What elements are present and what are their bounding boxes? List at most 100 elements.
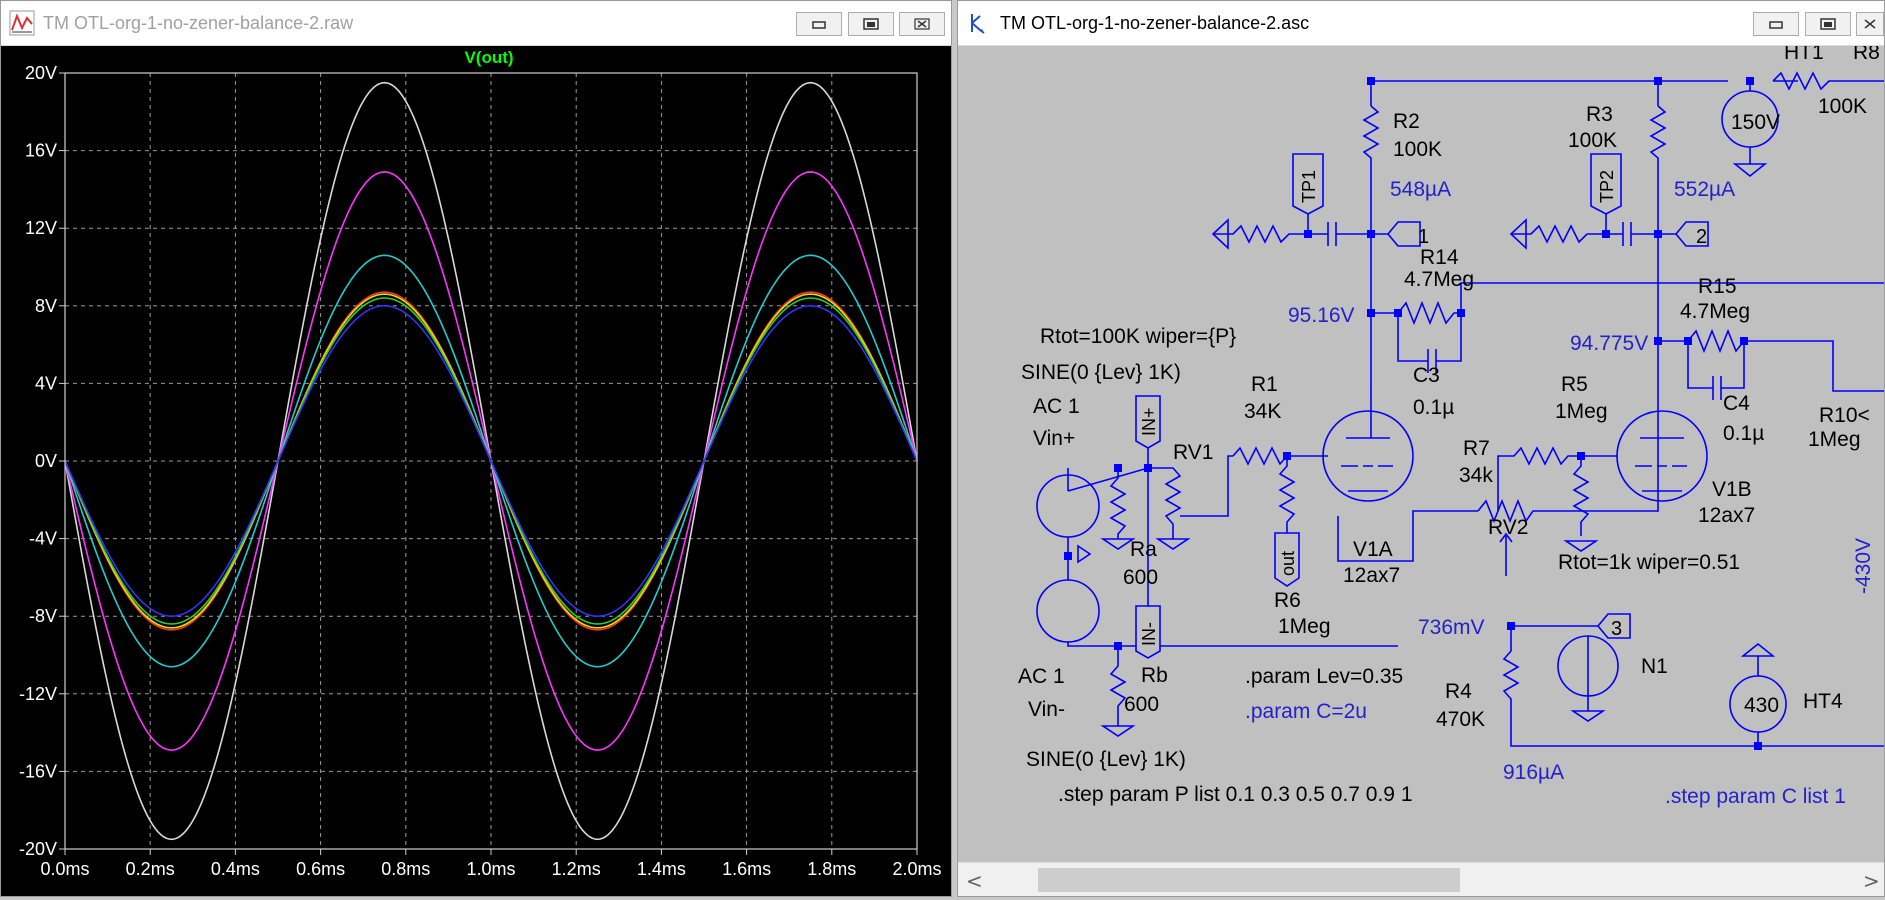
label-v1b-type: 12ax7 bbox=[1698, 504, 1755, 527]
label-rv2: RV2 bbox=[1488, 516, 1528, 539]
scrollbar-thumb[interactable] bbox=[1038, 868, 1460, 892]
y-tick-label: 16V bbox=[25, 141, 57, 161]
schematic-titlebar[interactable]: TM OTL-org-1-no-zener-balance-2.asc bbox=[958, 1, 1884, 46]
label-c4: C4 bbox=[1723, 392, 1750, 415]
label-v1b: V1B bbox=[1712, 478, 1752, 501]
label-r1-value: 34K bbox=[1244, 400, 1281, 423]
label-v1a: V1A bbox=[1353, 538, 1393, 561]
waveform-window[interactable]: TM OTL-org-1-no-zener-balance-2.raw 20V 1… bbox=[0, 0, 952, 897]
flag-out: out bbox=[1278, 551, 1298, 576]
minimize-icon bbox=[1769, 21, 1783, 29]
schematic-drawing[interactable]: HT1 R8 100K 150V R2 100K R3 100K 1 2 3 R… bbox=[958, 41, 1884, 862]
source1-ac: AC 1 bbox=[1033, 395, 1080, 418]
node-voltage-neg430: -430V bbox=[1852, 538, 1875, 594]
source1-name: Vin+ bbox=[1033, 427, 1075, 450]
schematic-canvas[interactable]: HT1 R8 100K 150V R2 100K R3 100K 1 2 3 R… bbox=[958, 41, 1884, 862]
label-r5-value: 1Meg bbox=[1555, 400, 1608, 423]
rv2-parameters: Rtot=1k wiper=0.51 bbox=[1558, 551, 1740, 574]
label-c4-value: 0.1µ bbox=[1723, 422, 1764, 445]
trace-label-vout[interactable]: V(out) bbox=[464, 48, 513, 67]
label-ht4-value: 430 bbox=[1744, 694, 1779, 717]
scroll-left-arrow-icon[interactable]: < bbox=[966, 869, 983, 893]
node-voltage-2: 94.775V bbox=[1570, 332, 1648, 355]
step-p-directive[interactable]: .step param P list 0.1 0.3 0.5 0.7 0.9 1 bbox=[1058, 783, 1413, 806]
label-c3-value: 0.1µ bbox=[1413, 396, 1454, 419]
waveform-app-icon bbox=[9, 10, 35, 36]
label-r2: R2 bbox=[1393, 110, 1420, 133]
y-tick-label: 4V bbox=[35, 373, 57, 393]
port-label-2: 2 bbox=[1696, 226, 1707, 248]
close-icon bbox=[1864, 19, 1876, 29]
label-r7: R7 bbox=[1463, 437, 1490, 460]
y-tick-label: -12V bbox=[19, 684, 57, 704]
x-tick-label: 1.8ms bbox=[807, 859, 856, 879]
port-label-1: 1 bbox=[1418, 226, 1429, 248]
y-tick-label: -20V bbox=[19, 839, 57, 859]
step-c-directive[interactable]: .step param C list 1 bbox=[1665, 785, 1846, 808]
y-tick-label: 20V bbox=[25, 63, 57, 83]
waveform-maximize-button[interactable] bbox=[848, 12, 894, 36]
label-v1a-type: 12ax7 bbox=[1343, 564, 1400, 587]
param-lev-directive[interactable]: .param Lev=0.35 bbox=[1245, 665, 1403, 688]
label-ra-value: 600 bbox=[1123, 566, 1158, 589]
waveform-plot-pane[interactable]: 20V 16V 12V 8V 4V 0V -4V -8V -12V -16V -20V 0.0ms 0… bbox=[1, 46, 951, 896]
schematic-window-title: TM OTL-org-1-no-zener-balance-2.asc bbox=[1000, 13, 1310, 33]
label-r14: R14 bbox=[1420, 246, 1459, 269]
label-ht1: HT1 bbox=[1784, 46, 1824, 64]
label-r2-value: 100K bbox=[1393, 138, 1442, 161]
maximize-icon bbox=[863, 18, 879, 30]
schematic-minimize-button[interactable] bbox=[1753, 12, 1799, 36]
waveform-close-button[interactable] bbox=[899, 12, 945, 36]
close-icon bbox=[914, 18, 930, 30]
flag-in-plus: IN+ bbox=[1139, 407, 1159, 436]
r3-current: 552µA bbox=[1674, 178, 1735, 201]
r4-current: 916µA bbox=[1503, 761, 1564, 784]
label-r4: R4 bbox=[1445, 680, 1472, 703]
operating-point-annotations: 548µA 552µA 95.16V 94.775V 736mV .param … bbox=[1245, 178, 1875, 808]
horizontal-scrollbar[interactable]: < > bbox=[958, 862, 1884, 896]
label-r6: R6 bbox=[1274, 589, 1301, 612]
label-r14-value: 4.7Meg bbox=[1404, 268, 1474, 291]
label-rb-value: 600 bbox=[1124, 693, 1159, 716]
x-tick-label: 0.4ms bbox=[211, 859, 260, 879]
waveform-window-title: TM OTL-org-1-no-zener-balance-2.raw bbox=[43, 13, 354, 33]
source1-sine: SINE(0 {Lev} 1K) bbox=[1021, 361, 1181, 384]
chart-axes bbox=[59, 72, 918, 855]
waveform-minimize-button[interactable] bbox=[796, 12, 842, 36]
waveform-chart[interactable]: 20V16V12V8V4V0V-4V-8V-12V-16V-20V 0.0ms 0… bbox=[1, 46, 951, 896]
label-ra: Ra bbox=[1130, 538, 1157, 561]
y-tick-label: -4V bbox=[29, 529, 57, 549]
label-r15: R15 bbox=[1698, 275, 1737, 298]
schematic-window[interactable]: TM OTL-org-1-no-zener-balance-2.asc HT1 … bbox=[957, 0, 1885, 897]
y-tick-label: -16V bbox=[19, 761, 57, 781]
x-tick-label: 1.0ms bbox=[466, 859, 515, 879]
y-tick-label: 0V bbox=[35, 451, 57, 471]
scroll-right-arrow-icon[interactable]: > bbox=[1863, 869, 1880, 893]
label-r7-value: 34k bbox=[1459, 464, 1493, 487]
schematic-close-button[interactable] bbox=[1856, 12, 1884, 36]
flag-tp1: TP1 bbox=[1299, 170, 1319, 203]
port-label-3: 3 bbox=[1611, 618, 1622, 640]
param-c-directive[interactable]: .param C=2u bbox=[1245, 700, 1367, 723]
label-r3: R3 bbox=[1586, 103, 1613, 126]
schematic-wires bbox=[1036, 71, 1884, 747]
node-voltage-736mv: 736mV bbox=[1418, 616, 1485, 639]
r2-current: 548µA bbox=[1390, 178, 1451, 201]
schematic-app-icon bbox=[971, 14, 985, 34]
label-r1: R1 bbox=[1251, 373, 1278, 396]
x-tick-label: 0.2ms bbox=[126, 859, 175, 879]
rv1-parameters: Rtot=100K wiper={P} bbox=[1040, 325, 1236, 348]
label-n1: N1 bbox=[1641, 655, 1668, 678]
label-ht4: HT4 bbox=[1803, 690, 1843, 713]
schematic-maximize-button[interactable] bbox=[1805, 12, 1851, 36]
label-rv1: RV1 bbox=[1173, 441, 1213, 464]
x-tick-label: 0.8ms bbox=[381, 859, 430, 879]
node-voltage-1: 95.16V bbox=[1288, 304, 1355, 327]
flag-in-minus: IN- bbox=[1139, 622, 1159, 646]
y-tick-label: 8V bbox=[35, 296, 57, 316]
x-tick-label: 1.2ms bbox=[552, 859, 601, 879]
waveform-titlebar[interactable]: TM OTL-org-1-no-zener-balance-2.raw bbox=[1, 1, 951, 46]
source2-name: Vin- bbox=[1028, 698, 1065, 721]
label-r6-value: 1Meg bbox=[1278, 615, 1331, 638]
maximize-icon bbox=[1820, 18, 1836, 30]
